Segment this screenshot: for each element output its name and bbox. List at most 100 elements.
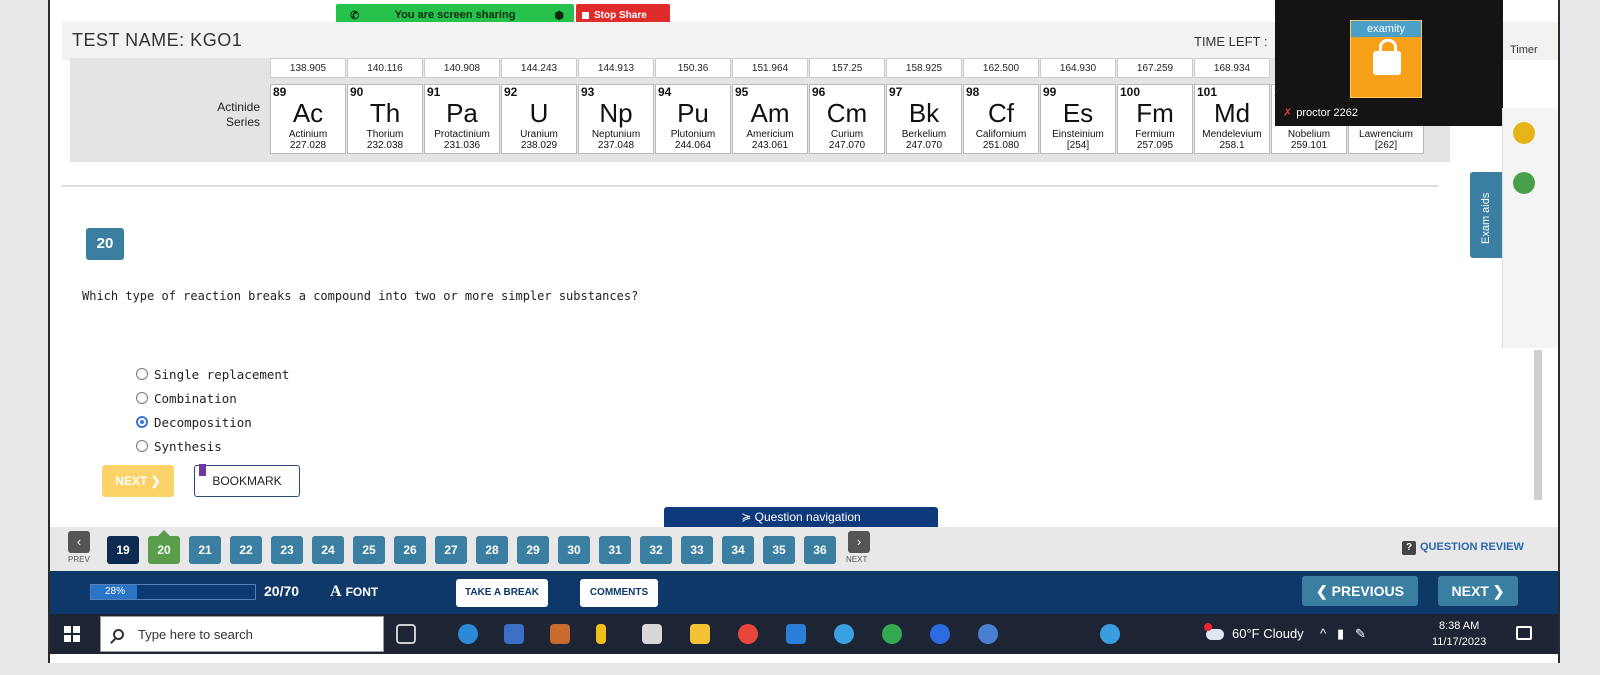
question-number-button[interactable]: 29 (517, 536, 549, 564)
element-cell: 95 Am Americium 243.061 (732, 84, 808, 154)
lanthanide-weight: 151.964 (732, 58, 808, 78)
app-icon[interactable] (550, 624, 570, 644)
answer-option[interactable]: Decomposition (136, 410, 289, 434)
element-name: Berkelium (901, 129, 947, 140)
question-number-button[interactable]: 34 (722, 536, 754, 564)
remote-icon[interactable] (978, 624, 998, 644)
mail-icon[interactable] (786, 624, 806, 644)
atomic-number: 89 (273, 85, 287, 99)
lanthanide-weight: 162.500 (963, 58, 1039, 78)
edge-icon[interactable] (458, 624, 478, 644)
question-number-button[interactable]: 30 (558, 536, 590, 564)
answer-option[interactable]: Synthesis (136, 434, 289, 458)
question-number-button[interactable]: 32 (640, 536, 672, 564)
question-number-button[interactable]: 35 (763, 536, 795, 564)
mic-muted-icon: ✗ (1283, 107, 1293, 119)
next-caption: NEXT (846, 555, 868, 564)
task-view-icon[interactable] (396, 624, 416, 644)
question-number-button[interactable]: 25 (353, 536, 385, 564)
calculator-icon[interactable] (1513, 122, 1535, 144)
bookmark-icon (199, 464, 206, 476)
answer-option-label: Single replacement (154, 366, 290, 382)
element-name: Einsteinium (1052, 129, 1104, 140)
question-number-button[interactable]: 21 (189, 536, 221, 564)
photos-icon[interactable] (834, 624, 854, 644)
lanthanide-weight: 168.934 (1194, 58, 1270, 78)
font-icon: A (330, 583, 342, 600)
pen-icon[interactable] (642, 624, 662, 644)
element-name: Uranium (520, 129, 558, 140)
question-number-button[interactable]: 20 (148, 530, 180, 564)
answer-option-label: Combination (154, 390, 237, 406)
question-number-badge: 20 (86, 228, 124, 260)
question-number-button[interactable]: 26 (394, 536, 426, 564)
atomic-number: 93 (581, 85, 595, 99)
font-button[interactable]: A FONT (330, 583, 378, 601)
previous-button[interactable]: ❮ PREVIOUS (1302, 576, 1418, 606)
zoom-icon[interactable] (930, 624, 950, 644)
tools-panel (1502, 108, 1558, 348)
lanthanide-weight: 158.925 (886, 58, 962, 78)
bookmark-button[interactable]: BOOKMARK (194, 464, 300, 497)
question-number-button[interactable]: 24 (312, 536, 344, 564)
taskbar-clock[interactable]: 8:38 AM 11/17/2023 (1432, 618, 1486, 650)
question-number-button[interactable]: 33 (681, 536, 713, 564)
chrome-app-icon[interactable] (882, 624, 902, 644)
question-text: Which type of reaction breaks a compound… (82, 289, 639, 303)
prev-page-button[interactable]: ‹ (68, 531, 90, 553)
question-number-button[interactable]: 19 (107, 536, 139, 564)
atomic-number: 91 (427, 85, 441, 99)
question-navigation-toggle[interactable]: ≽ Question navigation (664, 507, 938, 527)
answer-options: Single replacement Combination Decompositi… (136, 362, 289, 458)
timer-toggle[interactable]: Timer (1510, 44, 1538, 56)
vertical-scrollbar[interactable] (1534, 350, 1542, 500)
radio-button[interactable] (136, 416, 148, 428)
weather-widget[interactable]: 60°F Cloudy (1204, 623, 1304, 641)
comments-button[interactable]: COMMENTS (580, 579, 658, 607)
element-symbol: Cm (826, 98, 868, 128)
actinide-series-label: Actinide Series (217, 100, 260, 129)
atomic-number: 95 (735, 85, 749, 99)
element-symbol: Bk (908, 98, 940, 128)
lightning-icon[interactable] (596, 624, 606, 644)
question-number-button[interactable]: 22 (230, 536, 262, 564)
divider (62, 185, 1438, 187)
next-button[interactable]: NEXT ❯ (1438, 576, 1518, 606)
notes-icon[interactable] (1513, 172, 1535, 194)
windows-start-icon[interactable] (64, 626, 80, 642)
atomic-number: 96 (812, 85, 826, 99)
taskbar-search[interactable]: Type here to search (100, 616, 384, 652)
answer-option[interactable]: Single replacement (136, 362, 289, 386)
radio-button[interactable] (136, 392, 148, 404)
exam-aids-tab[interactable]: Exam aids (1470, 172, 1502, 258)
next-question-button[interactable]: NEXT ❯ (102, 465, 174, 497)
chevron-up-icon: ^ (1320, 626, 1327, 641)
lanthanide-row: 138.905 140.116 140.908 144.243 144.913 150.3… (270, 58, 1271, 78)
question-number-button[interactable]: 31 (599, 536, 631, 564)
radio-button[interactable] (136, 440, 148, 452)
element-name: Protactinium (434, 129, 490, 140)
element-cell: 100 Fm Fermium 257.095 (1117, 84, 1193, 154)
exam-footer: 28% 20/70 A FONT TAKE A BREAK COMMENTS ❮ … (50, 571, 1558, 614)
chrome-icon[interactable] (738, 624, 758, 644)
help-app-icon[interactable] (1100, 624, 1120, 644)
element-name: Americium (746, 129, 794, 140)
take-break-button[interactable]: TAKE A BREAK (456, 579, 548, 607)
help-icon: ? (1402, 541, 1416, 555)
element-symbol: Es (1062, 98, 1094, 128)
question-number-button[interactable]: 23 (271, 536, 303, 564)
question-number-button[interactable]: 36 (804, 536, 836, 564)
file-explorer-icon[interactable] (690, 624, 710, 644)
question-review-button[interactable]: ? QUESTION REVIEW (1402, 541, 1524, 555)
next-page-button[interactable]: › (848, 531, 870, 553)
element-name: Lawrencium (1359, 129, 1413, 140)
answer-option[interactable]: Combination (136, 386, 289, 410)
notification-icon[interactable] (1516, 626, 1532, 640)
system-tray[interactable]: ^ ▮ ✎ (1320, 626, 1366, 642)
question-number-button[interactable]: 27 (435, 536, 467, 564)
radio-button[interactable] (136, 368, 148, 380)
atomic-number: 99 (1043, 85, 1057, 99)
question-number-button[interactable]: 28 (476, 536, 508, 564)
store-icon[interactable] (504, 624, 524, 644)
atomic-number: 94 (658, 85, 672, 99)
